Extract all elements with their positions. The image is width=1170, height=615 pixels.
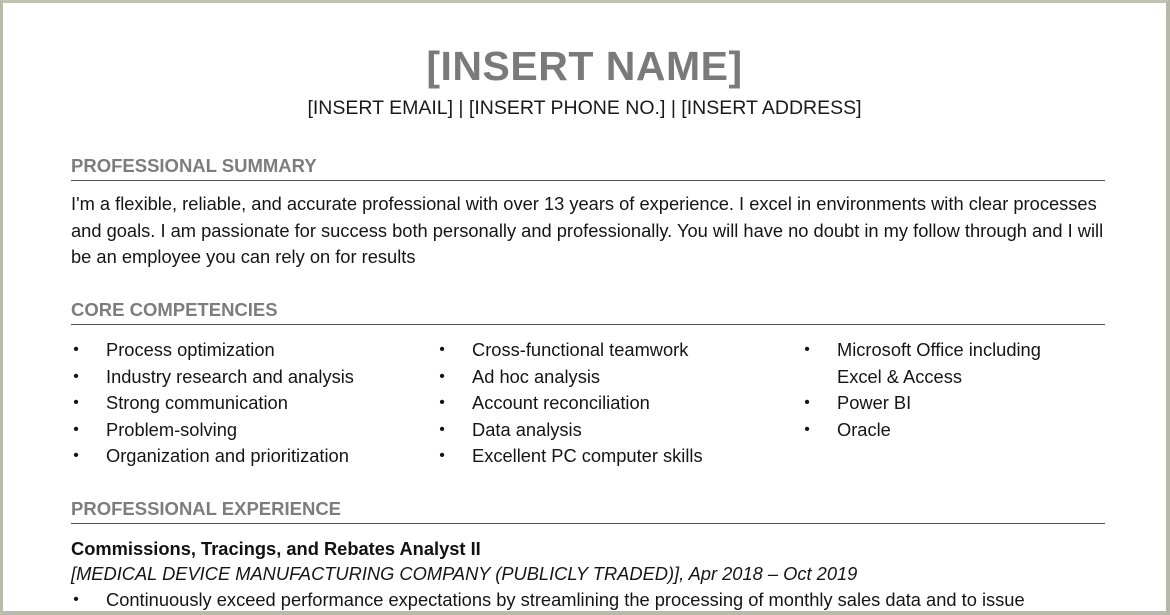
bullet-icon: • bbox=[439, 341, 445, 358]
competency-item: • Cross-functional teamwork bbox=[437, 337, 797, 364]
bullet-icon: • bbox=[73, 394, 79, 411]
contact-line: [INSERT EMAIL] | [INSERT PHONE NO.] | [I… bbox=[307, 97, 862, 119]
competency-label: Excellent PC computer skills bbox=[472, 445, 703, 466]
competencies-column-2: • Cross-functional teamwork • Ad hoc analy… bbox=[437, 337, 797, 470]
competency-label: Power BI bbox=[837, 392, 912, 413]
competency-item: • Account reconciliation bbox=[437, 390, 797, 417]
bullet-icon: • bbox=[73, 447, 79, 464]
competency-item: • Strong communication bbox=[71, 390, 431, 417]
section-heading-summary: PROFESSIONAL SUMMARY bbox=[71, 154, 1105, 181]
section-heading-experience: PROFESSIONAL EXPERIENCE bbox=[71, 497, 1105, 524]
competency-item: • Organization and prioritization bbox=[71, 443, 431, 470]
competency-label: Ad hoc analysis bbox=[472, 365, 601, 387]
competency-label: Industry research and analysis bbox=[106, 365, 354, 387]
bullet-icon: • bbox=[804, 420, 810, 438]
bullet-icon: • bbox=[439, 420, 445, 438]
summary-paragraph: I'm a flexible, reliable, and accurate p… bbox=[71, 193, 1104, 267]
competency-item: • Excellent PC computer skills bbox=[437, 443, 797, 470]
bullet-icon: • bbox=[439, 367, 445, 385]
job-bullet-list: • Continuously exceed performance expecta… bbox=[71, 587, 1121, 611]
competency-label: Strong communication bbox=[106, 392, 288, 413]
bullet-icon: • bbox=[73, 420, 79, 438]
competency-label: Oracle bbox=[837, 418, 891, 440]
competency-item: • Problem-solving bbox=[71, 417, 431, 444]
bullet-icon: • bbox=[439, 447, 445, 464]
competency-label: Account reconciliation bbox=[472, 392, 650, 413]
competency-label: Process optimization bbox=[106, 339, 275, 360]
bullet-icon: • bbox=[73, 591, 79, 608]
job-bullet-item: • Continuously exceed performance expecta… bbox=[71, 587, 1121, 611]
bullet-icon: • bbox=[73, 341, 79, 358]
resume-page: [INSERT NAME] [INSERT EMAIL] | [INSERT P… bbox=[0, 0, 1170, 615]
competency-label: Problem-solving bbox=[106, 418, 238, 440]
competency-label: Data analysis bbox=[472, 418, 582, 440]
competency-label: Organization and prioritization bbox=[106, 445, 349, 466]
section-heading-competencies: CORE COMPETENCIES bbox=[71, 298, 1105, 325]
competency-item: • Power BI bbox=[802, 390, 1072, 417]
bullet-icon: • bbox=[73, 367, 79, 385]
competencies-column-1: • Process optimization • Industry research… bbox=[71, 337, 431, 470]
competency-item: • Process optimization bbox=[71, 337, 431, 364]
competency-item: • Data analysis bbox=[437, 417, 797, 444]
competency-label: Cross-functional teamwork bbox=[472, 339, 689, 360]
candidate-name: [INSERT NAME] bbox=[426, 43, 743, 89]
competency-item: • Microsoft Office including Excel & Acce… bbox=[802, 337, 1072, 390]
competency-item: • Industry research and analysis bbox=[71, 364, 431, 391]
competency-item: • Ad hoc analysis bbox=[437, 364, 797, 391]
bullet-icon: • bbox=[439, 394, 445, 411]
competency-label: Microsoft Office including Excel & Acces… bbox=[837, 339, 1041, 387]
competencies-column-3: • Microsoft Office including Excel & Acce… bbox=[802, 337, 1072, 443]
job-title: Commissions, Tracings, and Rebates Analy… bbox=[71, 538, 481, 559]
bullet-icon: • bbox=[804, 394, 810, 411]
competency-item: • Oracle bbox=[802, 417, 1072, 444]
bullet-icon: • bbox=[804, 341, 810, 358]
job-company-dates: [MEDICAL DEVICE MANUFACTURING COMPANY (P… bbox=[71, 563, 858, 584]
job-bullet-text: Continuously exceed performance expectat… bbox=[106, 589, 1025, 610]
